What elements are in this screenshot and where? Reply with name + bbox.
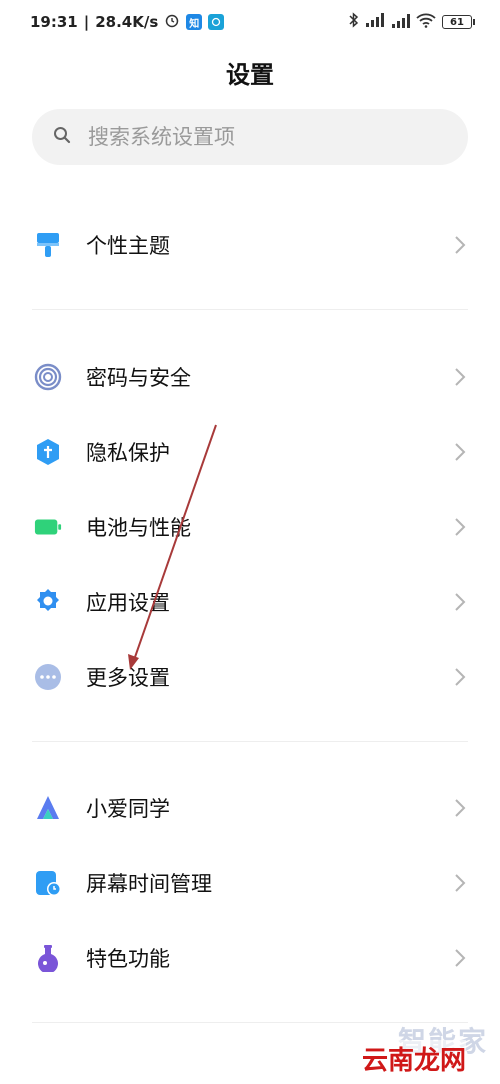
chevron-right-icon: [450, 367, 470, 387]
flask-icon: [34, 944, 62, 972]
section-divider: [32, 741, 468, 742]
settings-item-label: 隐私保护: [86, 441, 170, 465]
battery-indicator: 61: [442, 15, 475, 29]
settings-item-label: 小爱同学: [86, 797, 170, 821]
chevron-right-icon: [450, 592, 470, 612]
gear-icon: [34, 588, 62, 616]
settings-item-label: 密码与安全: [86, 366, 191, 390]
status-bar: 19:31 | 28.4K/s 知 61: [0, 0, 500, 44]
settings-item-more-settings[interactable]: 更多设置: [0, 646, 500, 708]
fingerprint-icon: [34, 363, 62, 391]
more-dots-icon: [34, 663, 62, 691]
settings-item-battery-performance[interactable]: 电池与性能: [0, 496, 500, 558]
zhihu-app-icon: 知: [186, 14, 203, 30]
screen-time-icon: [34, 869, 62, 897]
settings-item-password-security[interactable]: 密码与安全: [0, 346, 500, 408]
search-icon: [52, 125, 72, 149]
xiaoai-icon: [34, 794, 62, 822]
chevron-right-icon: [450, 235, 470, 255]
search-bar[interactable]: [32, 109, 468, 165]
chevron-right-icon: [450, 442, 470, 462]
status-net-speed: 28.4K/s: [95, 13, 159, 31]
status-left: 19:31 | 28.4K/s 知: [30, 12, 225, 32]
chevron-right-icon: [450, 667, 470, 687]
brush-icon: [34, 231, 62, 259]
settings-item-special-features[interactable]: 特色功能: [0, 927, 500, 989]
settings-item-label: 屏幕时间管理: [86, 872, 212, 896]
page-title: 设置: [226, 61, 274, 89]
settings-item-label: 应用设置: [86, 591, 170, 615]
section-divider: [32, 309, 468, 310]
notification-app-icon: [208, 14, 225, 30]
settings-item-label: 更多设置: [86, 666, 170, 690]
privacy-shield-icon: [34, 438, 62, 466]
wifi-icon: [416, 12, 436, 32]
settings-item-xiaoai[interactable]: 小爱同学: [0, 777, 500, 839]
settings-item-label: 特色功能: [86, 947, 170, 971]
settings-item-theme[interactable]: 个性主题: [0, 214, 500, 276]
status-right: 61: [348, 12, 475, 32]
settings-item-label: 电池与性能: [86, 516, 191, 540]
chevron-right-icon: [450, 517, 470, 537]
status-time: 19:31: [30, 13, 78, 31]
chevron-right-icon: [450, 948, 470, 968]
signal-icon: [366, 13, 384, 31]
settings-item-app-settings[interactable]: 应用设置: [0, 571, 500, 633]
chevron-right-icon: [450, 873, 470, 893]
settings-item-privacy[interactable]: 隐私保护: [0, 421, 500, 483]
alarm-icon: [164, 12, 180, 32]
watermark-logo-text: 云南龙网: [361, 1040, 466, 1077]
battery-icon: [34, 513, 62, 541]
settings-item-screen-time[interactable]: 屏幕时间管理: [0, 852, 500, 914]
bluetooth-icon: [348, 12, 360, 32]
settings-item-label: 个性主题: [86, 234, 170, 258]
chevron-right-icon: [450, 798, 470, 818]
signal-hd-icon: [390, 12, 410, 32]
status-separator: |: [83, 13, 90, 31]
search-input[interactable]: [86, 124, 450, 150]
